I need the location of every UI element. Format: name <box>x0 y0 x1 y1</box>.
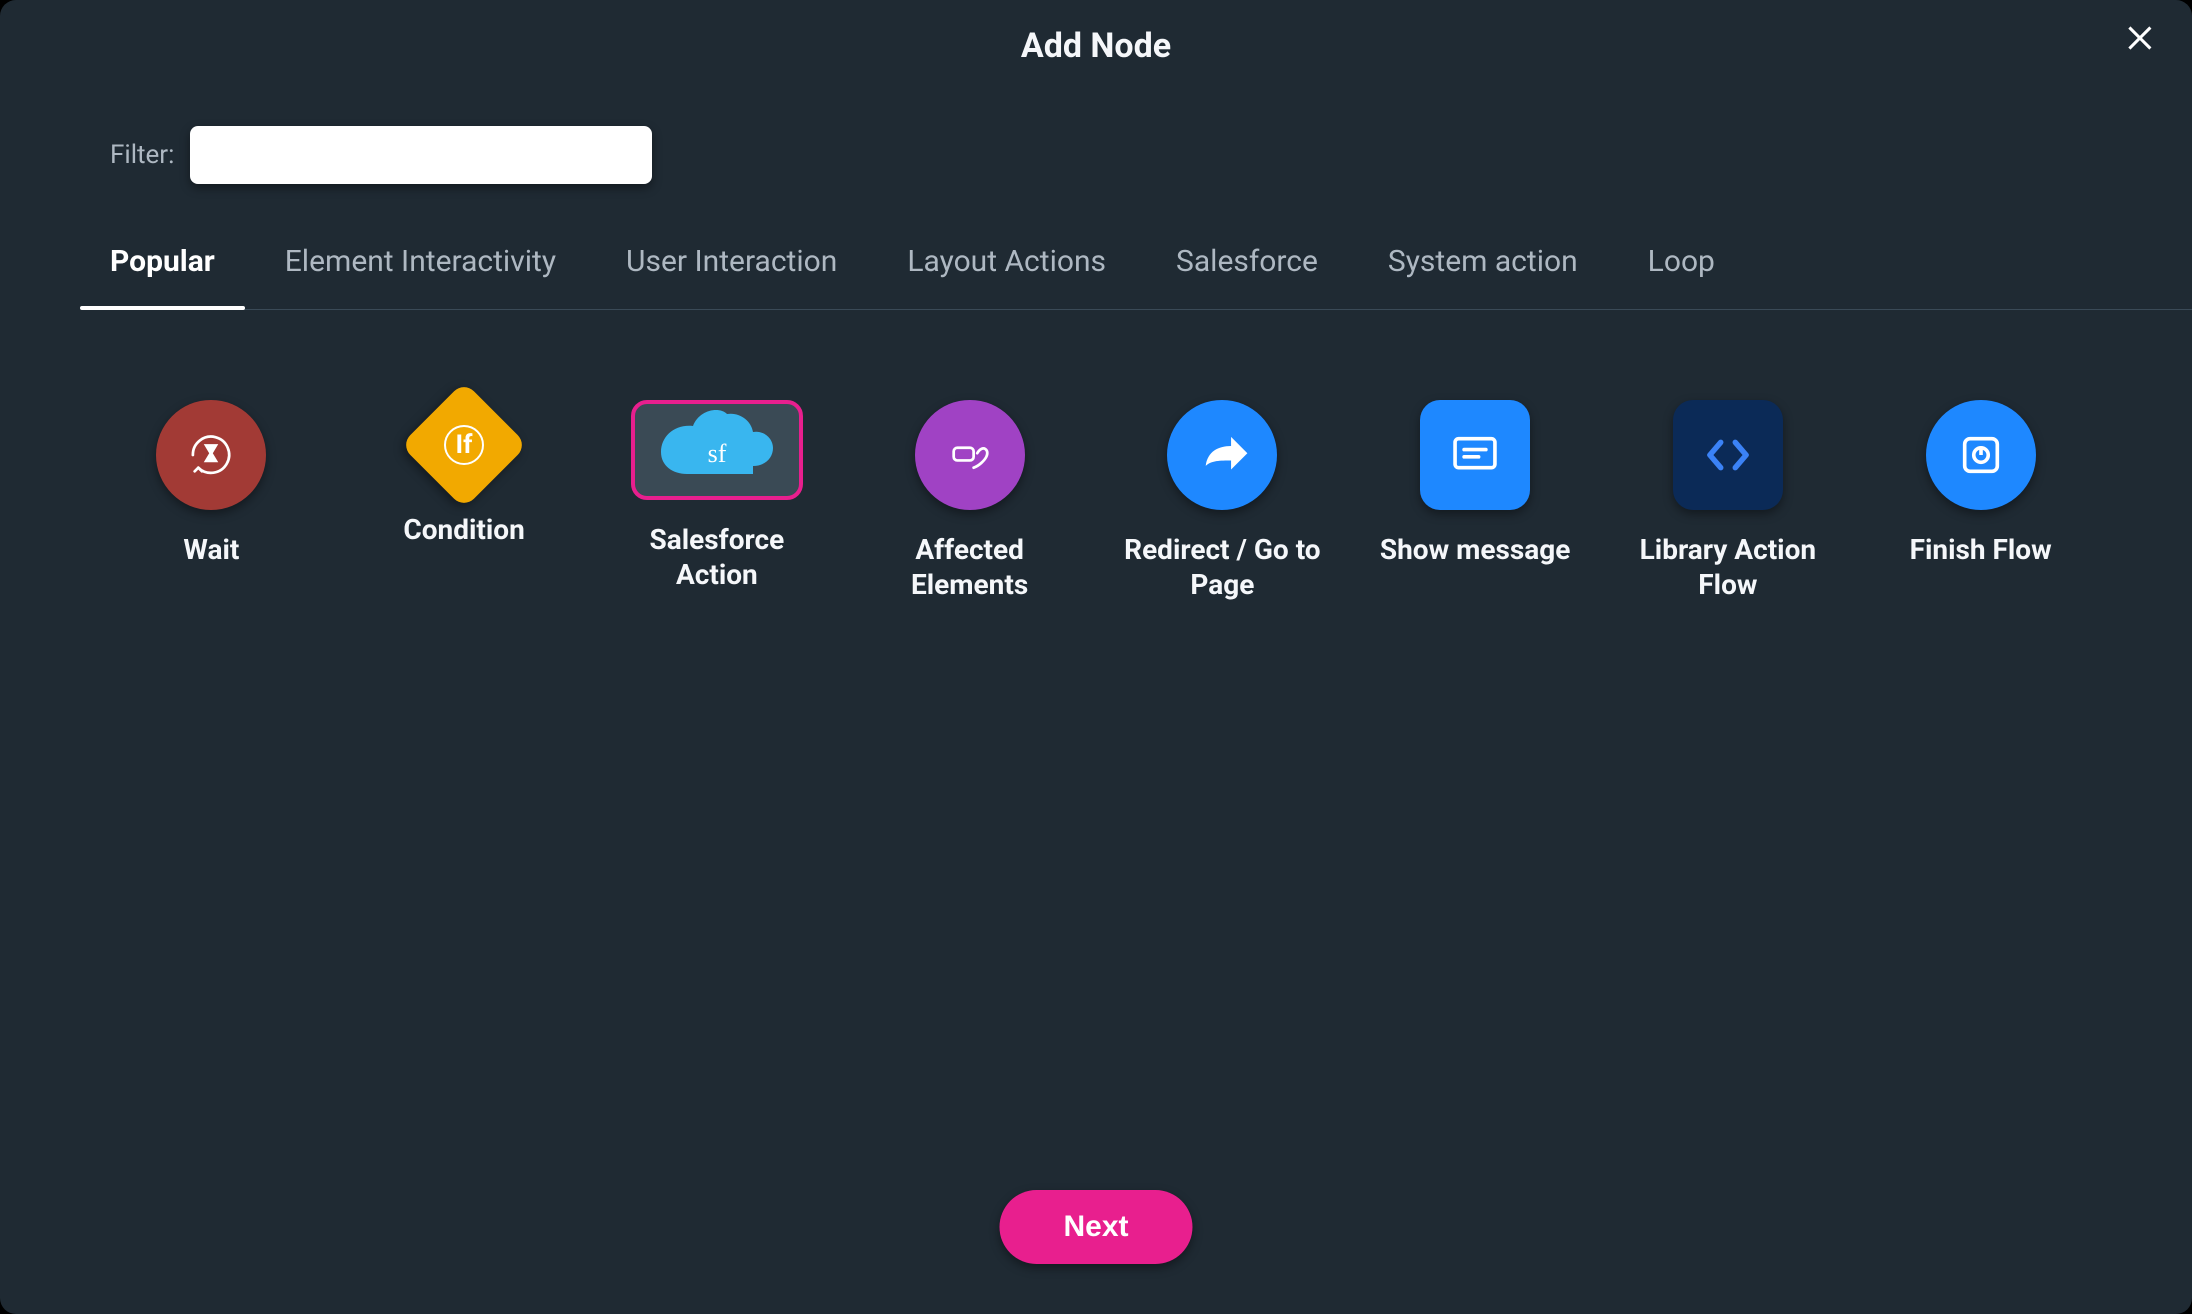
add-node-modal: Add Node Filter: Popular Element Interact… <box>0 0 2192 1314</box>
node-label: Library Action Flow <box>1628 532 1828 602</box>
node-label: Finish Flow <box>1910 532 2052 567</box>
node-grid: Wait If Condition sf Salesforce Action Affect… <box>100 400 2092 602</box>
share-arrow-icon <box>1167 400 1277 510</box>
node-label: Affected Elements <box>870 532 1070 602</box>
svg-text:sf: sf <box>707 439 726 468</box>
filter-row: Filter: <box>110 126 2192 184</box>
hand-tap-icon <box>915 400 1025 510</box>
node-icon-wrap <box>1167 400 1277 510</box>
node-label: Wait <box>183 532 239 567</box>
node-library-action-flow[interactable]: Library Action Flow <box>1617 400 1840 602</box>
node-label: Redirect / Go to Page <box>1122 532 1322 602</box>
node-wait[interactable]: Wait <box>100 400 323 602</box>
tab-label: User Interaction <box>626 244 837 279</box>
node-icon-wrap: sf <box>631 400 803 500</box>
tab-salesforce[interactable]: Salesforce <box>1176 244 1318 295</box>
tab-label: Popular <box>110 244 215 279</box>
tab-user-interaction[interactable]: User Interaction <box>626 244 837 295</box>
message-lines-icon <box>1420 400 1530 510</box>
close-icon <box>2124 20 2160 60</box>
tab-label: Layout Actions <box>907 244 1106 279</box>
modal-title: Add Node <box>0 26 2192 66</box>
tab-label: Loop <box>1648 244 1715 279</box>
node-affected-elements[interactable]: Affected Elements <box>858 400 1081 602</box>
node-label: Condition <box>403 512 524 547</box>
node-icon-wrap <box>1926 400 2036 510</box>
tab-label: Salesforce <box>1176 244 1318 279</box>
tabs: Popular Element Interactivity User Interac… <box>110 244 2192 310</box>
tab-system-action[interactable]: System action <box>1388 244 1578 295</box>
node-icon-wrap <box>156 400 266 510</box>
node-label: Show message <box>1380 532 1571 567</box>
salesforce-cloud-icon: sf <box>657 410 777 490</box>
node-icon-wrap <box>1673 400 1783 510</box>
next-button[interactable]: Next <box>999 1190 1192 1264</box>
node-icon-wrap <box>1420 400 1530 510</box>
tab-label: Element Interactivity <box>285 244 556 279</box>
filter-input[interactable] <box>190 126 652 184</box>
node-icon-wrap <box>915 400 1025 510</box>
tab-layout-actions[interactable]: Layout Actions <box>907 244 1106 295</box>
node-condition[interactable]: If Condition <box>353 400 576 602</box>
tab-popular[interactable]: Popular <box>110 244 215 295</box>
if-diamond-icon: If <box>400 381 527 508</box>
filter-label: Filter: <box>110 140 174 170</box>
stop-square-icon <box>1926 400 2036 510</box>
node-label: Salesforce Action <box>617 522 817 592</box>
code-brackets-icon <box>1673 400 1783 510</box>
node-redirect[interactable]: Redirect / Go to Page <box>1111 400 1334 602</box>
close-button[interactable] <box>2120 18 2164 62</box>
tab-element-interactivity[interactable]: Element Interactivity <box>285 244 556 295</box>
node-finish-flow[interactable]: Finish Flow <box>1869 400 2092 602</box>
node-icon-wrap: If <box>419 400 509 490</box>
node-show-message[interactable]: Show message <box>1364 400 1587 602</box>
tab-label: System action <box>1388 244 1578 279</box>
tab-loop[interactable]: Loop <box>1648 244 1715 295</box>
node-salesforce-action[interactable]: sf Salesforce Action <box>606 400 829 602</box>
hourglass-arrow-icon <box>156 400 266 510</box>
